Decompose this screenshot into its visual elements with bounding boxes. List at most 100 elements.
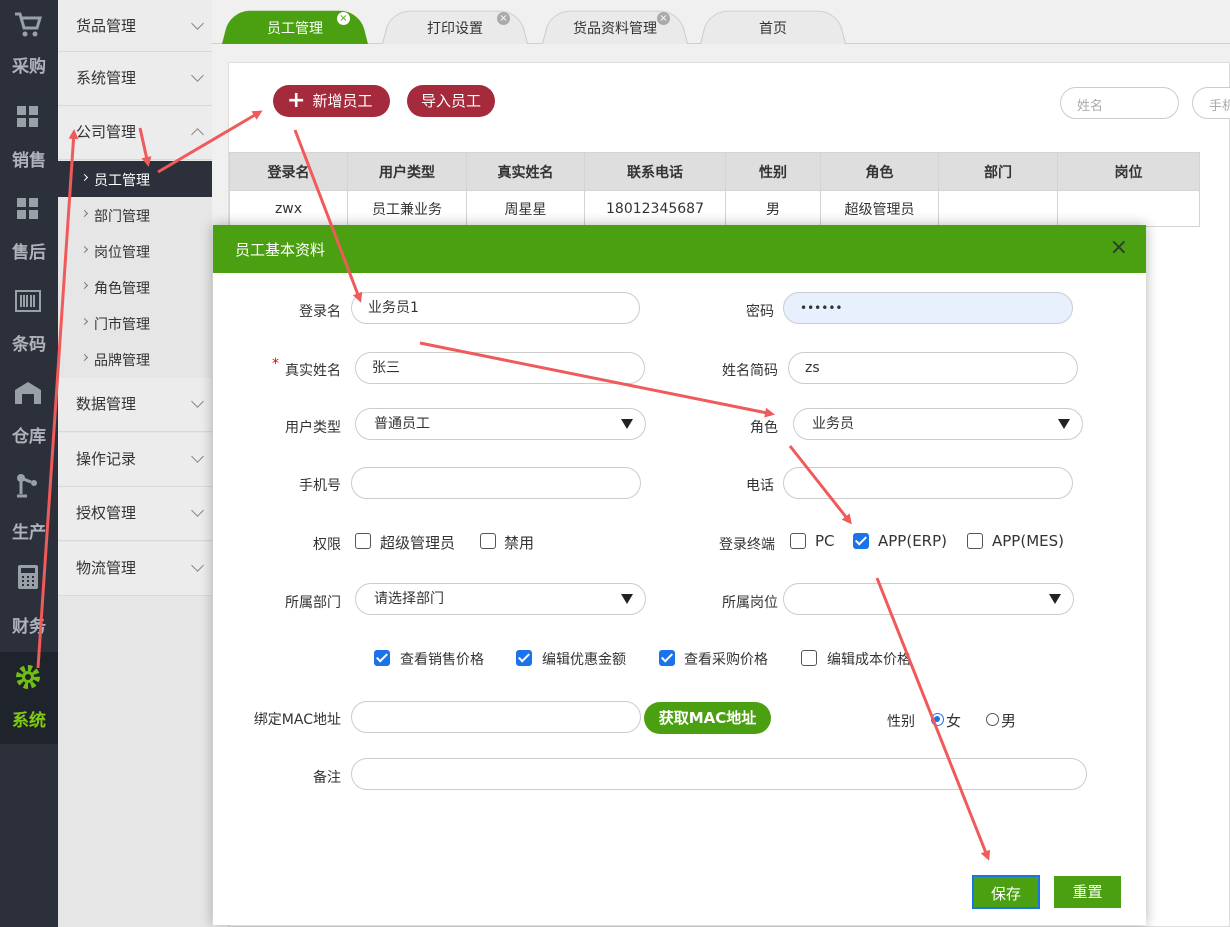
- mac-address-field[interactable]: [351, 701, 641, 733]
- sidebar-item-post[interactable]: 岗位管理: [58, 233, 212, 269]
- close-icon[interactable]: ×: [1110, 235, 1128, 260]
- table-cell: 超级管理员: [820, 190, 939, 227]
- table-cell: [1057, 190, 1200, 227]
- role-select[interactable]: 业务员: [793, 408, 1083, 440]
- sub-sidebar: 货品管理 系统管理 公司管理 员工管理 部门管理 岗位管理 角色管理 门市管理 …: [58, 0, 212, 927]
- post-select[interactable]: [783, 583, 1074, 615]
- menu-license[interactable]: 授权管理: [58, 487, 212, 541]
- nav-production[interactable]: 生产: [0, 460, 58, 552]
- plus-icon: +: [287, 88, 306, 113]
- main-nav-rail: 采购 销售 售后 条码 仓库 生产 财务 系统: [0, 0, 58, 927]
- checkbox-label: 编辑成本价格: [827, 652, 911, 668]
- field-label: 性别: [887, 714, 915, 730]
- nav-purchase[interactable]: 采购: [0, 0, 58, 92]
- close-icon[interactable]: ×: [337, 12, 350, 25]
- chevron-up-icon: [191, 128, 204, 141]
- edit-cost-price-checkbox[interactable]: [801, 650, 817, 666]
- calculator-icon: [18, 565, 38, 589]
- nav-barcode[interactable]: 条码: [0, 276, 58, 368]
- password-field[interactable]: ••••••: [783, 292, 1073, 324]
- reset-button[interactable]: 重置: [1054, 876, 1121, 908]
- column-header[interactable]: 角色: [820, 152, 939, 191]
- sidebar-item-brand[interactable]: 品牌管理: [58, 341, 212, 377]
- dropdown-caret-icon: [621, 419, 633, 429]
- field-label: 姓名简码: [722, 363, 778, 379]
- superadmin-checkbox[interactable]: [355, 533, 371, 549]
- view-purchase-price-checkbox[interactable]: [659, 650, 675, 666]
- tab-goods-data[interactable]: 货品资料管理 ×: [542, 6, 688, 44]
- sidebar-item-employee[interactable]: 员工管理: [58, 161, 212, 197]
- radio-label: 女: [946, 712, 962, 730]
- get-mac-button[interactable]: 获取MAC地址: [644, 702, 771, 734]
- nav-system[interactable]: 系统: [0, 652, 58, 744]
- department-select[interactable]: 请选择部门: [355, 583, 646, 615]
- terminal-app-mes-checkbox[interactable]: [967, 533, 983, 549]
- column-header[interactable]: 联系电话: [584, 152, 726, 191]
- view-sale-price-checkbox[interactable]: [374, 650, 390, 666]
- search-name-input[interactable]: 姓名: [1060, 87, 1179, 119]
- terminal-app-erp-checkbox[interactable]: [853, 533, 869, 549]
- column-header[interactable]: 部门: [938, 152, 1058, 191]
- column-header[interactable]: 用户类型: [347, 152, 467, 191]
- import-employee-button[interactable]: 导入员工: [407, 85, 495, 117]
- barcode-icon: [15, 290, 41, 312]
- field-label: 绑定MAC地址: [253, 712, 341, 728]
- menu-data[interactable]: 数据管理: [58, 378, 212, 432]
- nav-warehouse[interactable]: 仓库: [0, 368, 58, 460]
- menu-company[interactable]: 公司管理: [58, 106, 212, 160]
- column-header[interactable]: 真实姓名: [466, 152, 585, 191]
- disable-checkbox[interactable]: [480, 533, 496, 549]
- tab-employee[interactable]: 员工管理 ×: [222, 6, 368, 44]
- menu-goods[interactable]: 货品管理: [58, 0, 212, 52]
- chevron-down-icon: [191, 17, 204, 30]
- checkbox-label: PC: [815, 532, 835, 550]
- phone-field[interactable]: [783, 467, 1073, 499]
- add-employee-button[interactable]: + 新增员工: [273, 85, 390, 117]
- robot-arm-icon: [17, 474, 37, 498]
- chevron-right-icon: [80, 281, 89, 290]
- name-code-field[interactable]: zs: [788, 352, 1078, 384]
- menu-logistics[interactable]: 物流管理: [58, 542, 212, 596]
- table-row[interactable]: zwx 员工兼业务 周星星 18012345687 男 超级管理员: [229, 190, 1200, 227]
- checkbox-label: APP(MES): [992, 532, 1064, 550]
- field-label: 用户类型: [285, 420, 341, 436]
- menu-oplog[interactable]: 操作记录: [58, 433, 212, 487]
- dropdown-caret-icon: [1058, 419, 1070, 429]
- column-header[interactable]: 岗位: [1057, 152, 1200, 191]
- close-icon[interactable]: ×: [657, 12, 670, 25]
- tab-print-settings[interactable]: 打印设置 ×: [382, 6, 528, 44]
- search-phone-input[interactable]: 手机: [1192, 87, 1230, 119]
- menu-system[interactable]: 系统管理: [58, 52, 212, 106]
- mobile-field[interactable]: [351, 467, 641, 499]
- terminal-pc-checkbox[interactable]: [790, 533, 806, 549]
- tab-home[interactable]: 首页: [700, 6, 846, 44]
- chevron-down-icon: [191, 69, 204, 82]
- save-button[interactable]: 保存: [972, 875, 1040, 909]
- sidebar-item-department[interactable]: 部门管理: [58, 197, 212, 233]
- remark-field[interactable]: [351, 758, 1087, 790]
- nav-aftersales[interactable]: 售后: [0, 184, 58, 276]
- checkbox-label: 超级管理员: [380, 534, 456, 552]
- user-type-select[interactable]: 普通员工: [355, 408, 646, 440]
- sidebar-item-store[interactable]: 门市管理: [58, 305, 212, 341]
- nav-sales[interactable]: 销售: [0, 92, 58, 184]
- sidebar-item-role[interactable]: 角色管理: [58, 269, 212, 305]
- field-label: 权限: [313, 537, 341, 553]
- boxes-icon: [17, 106, 38, 127]
- gear-icon: [16, 665, 40, 689]
- checkbox-label: 查看采购价格: [684, 652, 768, 668]
- close-icon[interactable]: ×: [497, 12, 510, 25]
- field-label: 密码: [746, 304, 774, 320]
- edit-discount-checkbox[interactable]: [516, 650, 532, 666]
- chevron-right-icon: [80, 173, 89, 182]
- column-header[interactable]: 性别: [725, 152, 821, 191]
- real-name-field[interactable]: 张三: [355, 352, 645, 384]
- nav-finance[interactable]: 财务: [0, 552, 58, 644]
- chevron-down-icon: [191, 395, 204, 408]
- gender-male-radio[interactable]: [986, 713, 999, 726]
- login-name-field[interactable]: 业务员1: [351, 292, 640, 324]
- column-header[interactable]: 登录名: [229, 152, 348, 191]
- field-label: 手机号: [299, 478, 341, 494]
- gender-female-radio[interactable]: [931, 713, 944, 726]
- field-label: 角色: [750, 420, 778, 436]
